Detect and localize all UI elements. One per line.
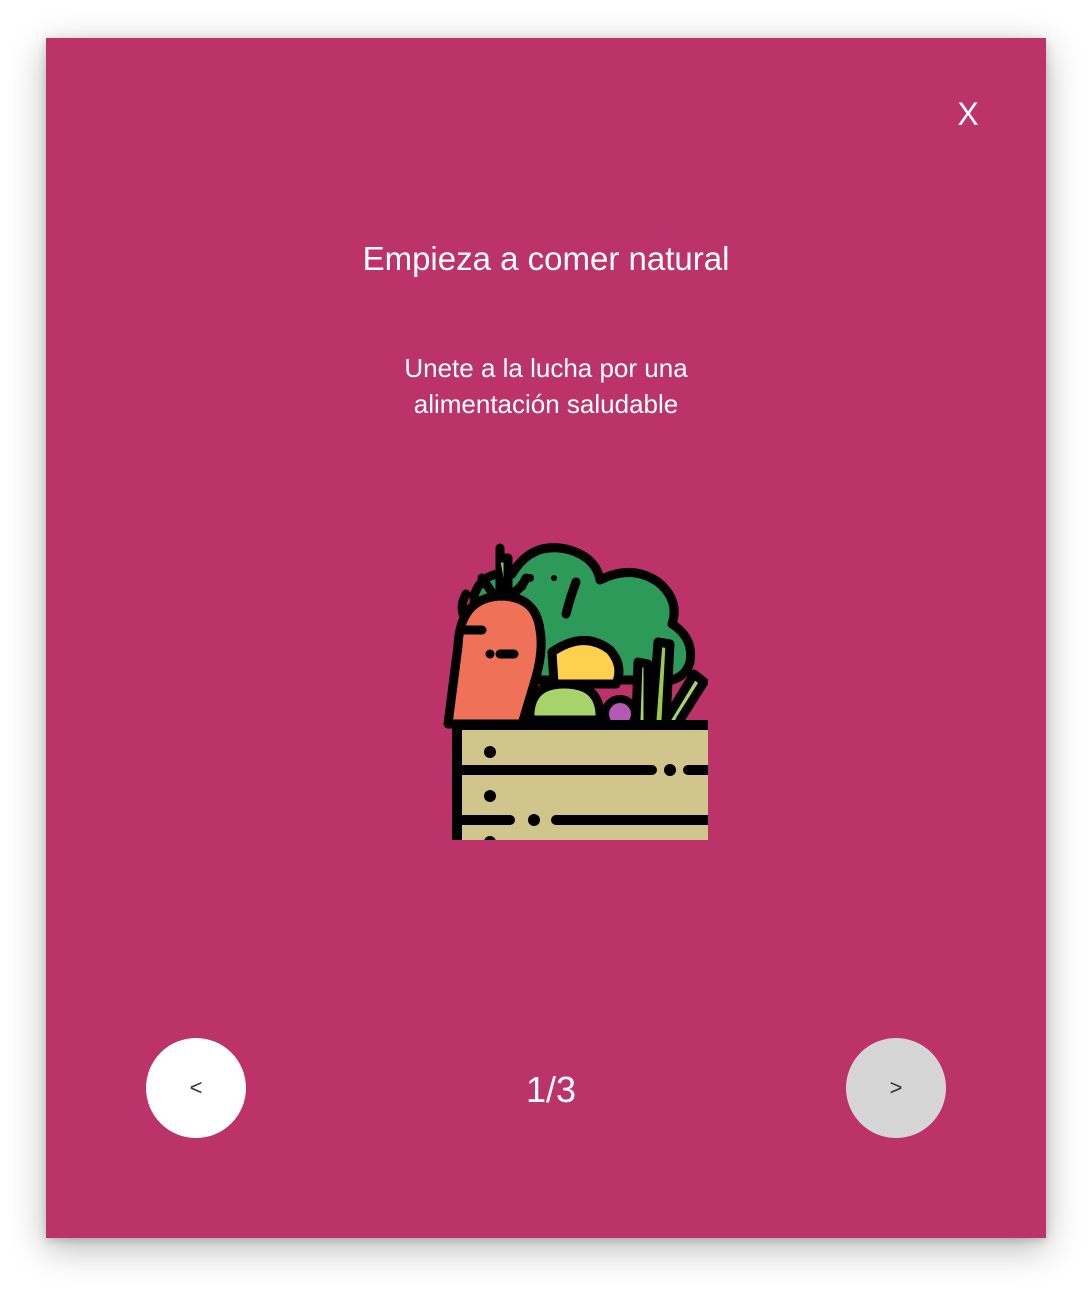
- next-button[interactable]: >: [846, 1038, 946, 1138]
- close-button[interactable]: X: [944, 90, 992, 138]
- vegetable-crate-icon: [443, 543, 708, 840]
- previous-button[interactable]: <: [146, 1038, 246, 1138]
- dialog-subtitle: Unete a la lucha por una alimentación sa…: [46, 350, 1046, 422]
- subtitle-line: alimentación saludable: [413, 389, 679, 419]
- dialog-title: Empieza a comer natural: [362, 240, 730, 277]
- page-indicator: 1/3: [525, 1069, 577, 1110]
- lettuce: [525, 679, 605, 725]
- lemon: [547, 636, 624, 689]
- onboarding-dialog: X Empieza a comer natural Unete a la luc…: [46, 38, 1046, 1238]
- crate: [452, 720, 708, 840]
- subtitle-line: Unete a la lucha por una: [404, 353, 688, 383]
